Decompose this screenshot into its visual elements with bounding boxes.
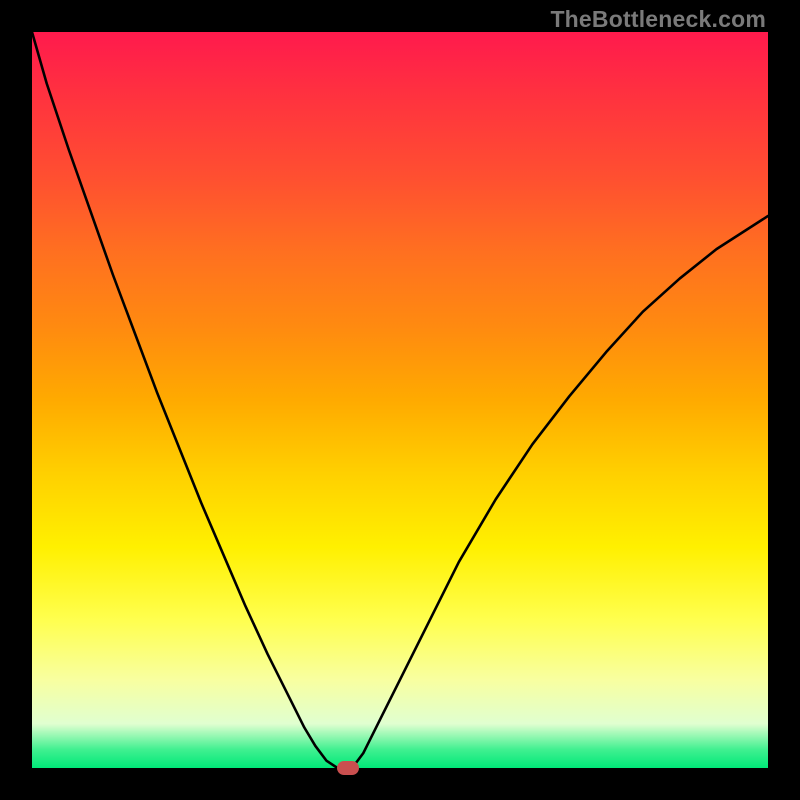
watermark-text: TheBottleneck.com xyxy=(550,6,766,33)
curve-path xyxy=(32,32,768,768)
chart-frame: TheBottleneck.com xyxy=(0,0,800,800)
bottleneck-curve xyxy=(32,32,768,768)
plot-area xyxy=(32,32,768,768)
minimum-marker xyxy=(337,761,359,775)
